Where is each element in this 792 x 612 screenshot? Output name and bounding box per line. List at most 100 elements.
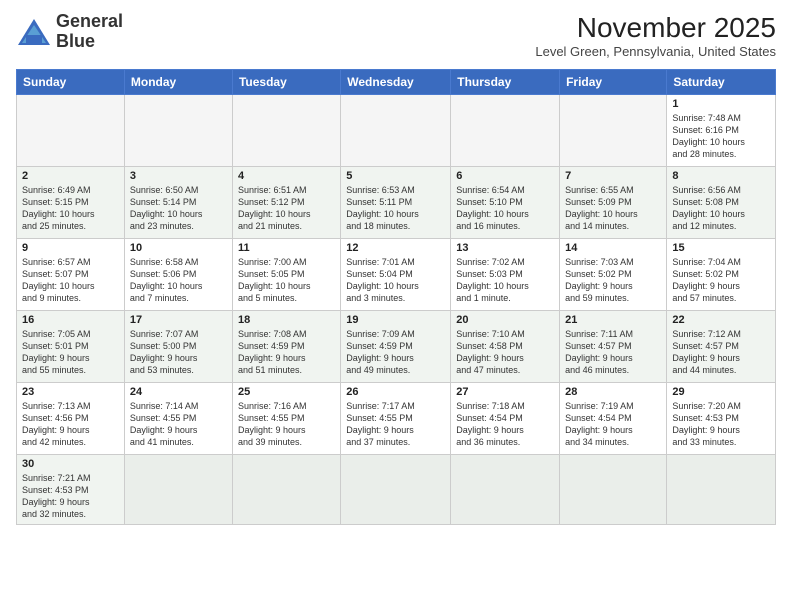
calendar-week-row: 23 Sunrise: 7:13 AM Sunset: 4:56 PM Dayli… <box>17 383 776 455</box>
day-number: 8 <box>672 170 770 182</box>
calendar-cell <box>17 95 125 167</box>
day-number: 15 <box>672 242 770 254</box>
day-number: 25 <box>238 386 335 398</box>
calendar-cell: 15 Sunrise: 7:04 AM Sunset: 5:02 PM Dayli… <box>667 239 776 311</box>
calendar-cell: 2Sunrise: 6:49 AM Sunset: 5:15 PM Daylig… <box>17 167 125 239</box>
calendar-cell <box>124 455 232 525</box>
calendar-week-row: 16Sunrise: 7:05 AM Sunset: 5:01 PM Dayli… <box>17 311 776 383</box>
calendar-cell <box>232 95 340 167</box>
calendar-cell: 23 Sunrise: 7:13 AM Sunset: 4:56 PM Dayli… <box>17 383 125 455</box>
weekday-header-thursday: Thursday <box>451 70 560 95</box>
day-info: Sunrise: 6:55 AM Sunset: 5:09 PM Dayligh… <box>565 184 661 233</box>
calendar-cell: 21 Sunrise: 7:11 AM Sunset: 4:57 PM Dayli… <box>560 311 667 383</box>
day-number: 20 <box>456 314 554 326</box>
calendar-cell <box>560 455 667 525</box>
day-info: Sunrise: 7:13 AM Sunset: 4:56 PM Dayligh… <box>22 400 119 449</box>
day-info: Sunrise: 7:11 AM Sunset: 4:57 PM Dayligh… <box>565 328 661 377</box>
calendar-cell: 28 Sunrise: 7:19 AM Sunset: 4:54 PM Dayli… <box>560 383 667 455</box>
calendar-cell: 17 Sunrise: 7:07 AM Sunset: 5:00 PM Dayli… <box>124 311 232 383</box>
calendar-week-row: 1 Sunrise: 7:48 AM Sunset: 6:16 PM Daylig… <box>17 95 776 167</box>
calendar-cell: 10 Sunrise: 6:58 AM Sunset: 5:06 PM Dayli… <box>124 239 232 311</box>
calendar-cell: 9 Sunrise: 6:57 AM Sunset: 5:07 PM Daylig… <box>17 239 125 311</box>
day-info: Sunrise: 7:07 AM Sunset: 5:00 PM Dayligh… <box>130 328 227 377</box>
calendar-cell: 30 Sunrise: 7:21 AM Sunset: 4:53 PM Dayli… <box>17 455 125 525</box>
day-number: 30 <box>22 458 119 470</box>
calendar-cell: 27 Sunrise: 7:18 AM Sunset: 4:54 PM Dayli… <box>451 383 560 455</box>
day-info: Sunrise: 7:00 AM Sunset: 5:05 PM Dayligh… <box>238 256 335 305</box>
day-number: 10 <box>130 242 227 254</box>
logo-text: General Blue <box>56 12 123 52</box>
day-info: Sunrise: 7:03 AM Sunset: 5:02 PM Dayligh… <box>565 256 661 305</box>
day-number: 24 <box>130 386 227 398</box>
calendar-cell: 1 Sunrise: 7:48 AM Sunset: 6:16 PM Daylig… <box>667 95 776 167</box>
day-info: Sunrise: 7:08 AM Sunset: 4:59 PM Dayligh… <box>238 328 335 377</box>
day-number: 12 <box>346 242 445 254</box>
calendar-cell: 4 Sunrise: 6:51 AM Sunset: 5:12 PM Daylig… <box>232 167 340 239</box>
day-number: 29 <box>672 386 770 398</box>
weekday-header-saturday: Saturday <box>667 70 776 95</box>
day-info: Sunrise: 7:19 AM Sunset: 4:54 PM Dayligh… <box>565 400 661 449</box>
day-number: 26 <box>346 386 445 398</box>
logo-line2: Blue <box>56 31 95 51</box>
calendar-cell: 25Sunrise: 7:16 AM Sunset: 4:55 PM Dayli… <box>232 383 340 455</box>
day-info: Sunrise: 6:54 AM Sunset: 5:10 PM Dayligh… <box>456 184 554 233</box>
day-number: 7 <box>565 170 661 182</box>
calendar-cell: 13Sunrise: 7:02 AM Sunset: 5:03 PM Dayli… <box>451 239 560 311</box>
day-number: 27 <box>456 386 554 398</box>
calendar-week-row: 2Sunrise: 6:49 AM Sunset: 5:15 PM Daylig… <box>17 167 776 239</box>
day-info: Sunrise: 6:58 AM Sunset: 5:06 PM Dayligh… <box>130 256 227 305</box>
weekday-header-friday: Friday <box>560 70 667 95</box>
day-info: Sunrise: 7:10 AM Sunset: 4:58 PM Dayligh… <box>456 328 554 377</box>
calendar-cell: 16Sunrise: 7:05 AM Sunset: 5:01 PM Dayli… <box>17 311 125 383</box>
day-number: 1 <box>672 98 770 110</box>
day-number: 9 <box>22 242 119 254</box>
day-info: Sunrise: 7:09 AM Sunset: 4:59 PM Dayligh… <box>346 328 445 377</box>
day-info: Sunrise: 6:51 AM Sunset: 5:12 PM Dayligh… <box>238 184 335 233</box>
day-number: 14 <box>565 242 661 254</box>
day-number: 3 <box>130 170 227 182</box>
day-number: 17 <box>130 314 227 326</box>
calendar-cell <box>124 95 232 167</box>
weekday-header-tuesday: Tuesday <box>232 70 340 95</box>
weekday-header-monday: Monday <box>124 70 232 95</box>
calendar-cell: 5Sunrise: 6:53 AM Sunset: 5:11 PM Daylig… <box>341 167 451 239</box>
day-number: 28 <box>565 386 661 398</box>
calendar-cell: 12 Sunrise: 7:01 AM Sunset: 5:04 PM Dayli… <box>341 239 451 311</box>
weekday-header-wednesday: Wednesday <box>341 70 451 95</box>
day-info: Sunrise: 7:18 AM Sunset: 4:54 PM Dayligh… <box>456 400 554 449</box>
day-info: Sunrise: 6:56 AM Sunset: 5:08 PM Dayligh… <box>672 184 770 233</box>
weekday-header-sunday: Sunday <box>17 70 125 95</box>
calendar-cell: 29Sunrise: 7:20 AM Sunset: 4:53 PM Dayli… <box>667 383 776 455</box>
logo-line1: General <box>56 11 123 31</box>
day-info: Sunrise: 7:21 AM Sunset: 4:53 PM Dayligh… <box>22 472 119 521</box>
day-info: Sunrise: 7:14 AM Sunset: 4:55 PM Dayligh… <box>130 400 227 449</box>
day-number: 23 <box>22 386 119 398</box>
calendar-cell <box>341 95 451 167</box>
day-number: 6 <box>456 170 554 182</box>
calendar-week-row: 9 Sunrise: 6:57 AM Sunset: 5:07 PM Daylig… <box>17 239 776 311</box>
calendar-cell: 22Sunrise: 7:12 AM Sunset: 4:57 PM Dayli… <box>667 311 776 383</box>
day-info: Sunrise: 6:50 AM Sunset: 5:14 PM Dayligh… <box>130 184 227 233</box>
day-number: 4 <box>238 170 335 182</box>
day-number: 11 <box>238 242 335 254</box>
calendar-cell <box>451 455 560 525</box>
day-number: 21 <box>565 314 661 326</box>
day-info: Sunrise: 7:02 AM Sunset: 5:03 PM Dayligh… <box>456 256 554 305</box>
day-info: Sunrise: 7:01 AM Sunset: 5:04 PM Dayligh… <box>346 256 445 305</box>
calendar-week-row: 30 Sunrise: 7:21 AM Sunset: 4:53 PM Dayli… <box>17 455 776 525</box>
day-info: Sunrise: 7:12 AM Sunset: 4:57 PM Dayligh… <box>672 328 770 377</box>
day-info: Sunrise: 7:17 AM Sunset: 4:55 PM Dayligh… <box>346 400 445 449</box>
logo: General Blue <box>16 12 123 52</box>
calendar-cell <box>667 455 776 525</box>
day-info: Sunrise: 7:48 AM Sunset: 6:16 PM Dayligh… <box>672 112 770 161</box>
calendar-cell: 19Sunrise: 7:09 AM Sunset: 4:59 PM Dayli… <box>341 311 451 383</box>
day-info: Sunrise: 7:04 AM Sunset: 5:02 PM Dayligh… <box>672 256 770 305</box>
calendar-cell: 20 Sunrise: 7:10 AM Sunset: 4:58 PM Dayli… <box>451 311 560 383</box>
day-info: Sunrise: 7:05 AM Sunset: 5:01 PM Dayligh… <box>22 328 119 377</box>
weekday-header-row: SundayMondayTuesdayWednesdayThursdayFrid… <box>17 70 776 95</box>
day-number: 18 <box>238 314 335 326</box>
day-info: Sunrise: 6:57 AM Sunset: 5:07 PM Dayligh… <box>22 256 119 305</box>
calendar-cell: 26 Sunrise: 7:17 AM Sunset: 4:55 PM Dayli… <box>341 383 451 455</box>
calendar-cell: 7 Sunrise: 6:55 AM Sunset: 5:09 PM Daylig… <box>560 167 667 239</box>
calendar-cell: 3 Sunrise: 6:50 AM Sunset: 5:14 PM Daylig… <box>124 167 232 239</box>
